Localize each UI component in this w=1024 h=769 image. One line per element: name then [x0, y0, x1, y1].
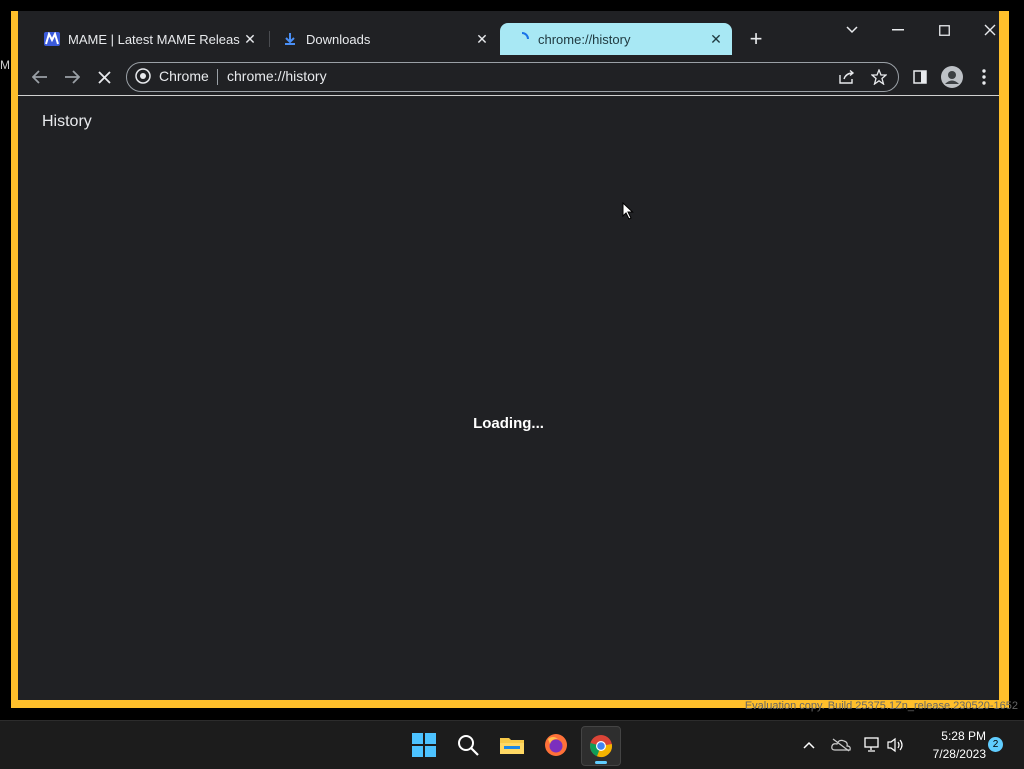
browser-window-frame: MAME | Latest MAME Release ✕ Downloads ✕…: [11, 11, 1009, 708]
system-clock[interactable]: 5:28 PM 7/28/2023: [912, 727, 986, 763]
taskbar: 5:28 PM 7/28/2023 2: [0, 720, 1024, 769]
chrome-icon: [135, 68, 151, 84]
network-icon[interactable]: [861, 733, 885, 757]
stop-loading-button[interactable]: [90, 63, 118, 91]
evaluation-watermark: Evaluation copy. Build 25375.1Zn_release…: [744, 700, 1018, 712]
tab-title: MAME | Latest MAME Release: [68, 31, 240, 47]
url-text[interactable]: chrome://history: [227, 68, 327, 84]
close-icon[interactable]: ✕: [472, 29, 492, 49]
clock-time: 5:28 PM: [941, 729, 986, 743]
omnibox-divider: [217, 69, 218, 85]
tab-search-chevron-icon[interactable]: [834, 17, 870, 43]
windows-start-icon[interactable]: [405, 726, 443, 764]
close-icon[interactable]: ✕: [240, 29, 260, 49]
bookmark-star-icon[interactable]: [869, 67, 889, 87]
tab-mame[interactable]: MAME | Latest MAME Release ✕: [30, 23, 266, 55]
address-bar[interactable]: Chrome chrome://history: [126, 62, 899, 92]
site-info-chip[interactable]: Chrome: [135, 68, 209, 84]
tab-history[interactable]: chrome://history ✕: [500, 23, 732, 55]
profile-avatar-icon[interactable]: [938, 63, 966, 91]
download-icon: [282, 31, 298, 47]
menu-kebab-icon[interactable]: [970, 63, 998, 91]
chrome-browser: MAME | Latest MAME Release ✕ Downloads ✕…: [18, 11, 999, 700]
firefox-icon[interactable]: [537, 726, 575, 764]
mouse-cursor-icon: [622, 201, 634, 225]
new-tab-button[interactable]: +: [745, 28, 767, 51]
side-panel-icon[interactable]: [906, 63, 934, 91]
history-content: Loading...: [18, 150, 999, 700]
clock-date: 7/28/2023: [932, 747, 986, 761]
share-icon[interactable]: [837, 67, 857, 87]
tab-title: Downloads: [306, 31, 371, 47]
site-chip-label: Chrome: [159, 68, 209, 84]
show-hidden-icons-chevron-icon[interactable]: [797, 733, 821, 757]
back-button[interactable]: [26, 63, 54, 91]
search-icon[interactable]: [449, 726, 487, 764]
minimize-button[interactable]: [880, 17, 916, 43]
toolbar: Chrome chrome://history: [18, 57, 999, 95]
volume-icon[interactable]: [884, 733, 908, 757]
maximize-button[interactable]: [926, 17, 962, 43]
page-title: History: [42, 113, 92, 130]
tab-title: chrome://history: [538, 31, 631, 47]
loading-text: Loading...: [473, 415, 544, 432]
file-explorer-icon[interactable]: [493, 726, 531, 764]
close-window-button[interactable]: [972, 17, 999, 43]
close-icon[interactable]: ✕: [706, 29, 726, 49]
desktop-text-fragment: M: [0, 58, 10, 72]
onedrive-offline-icon[interactable]: [829, 733, 853, 757]
notification-badge[interactable]: 2: [988, 737, 1003, 752]
chrome-taskbar-icon[interactable]: [581, 726, 621, 766]
loading-spinner-icon: [514, 31, 530, 47]
history-header: History: [18, 95, 999, 151]
forward-button[interactable]: [58, 63, 86, 91]
tab-downloads[interactable]: Downloads ✕: [268, 23, 498, 55]
active-app-indicator: [595, 761, 607, 764]
mame-logo-icon: [44, 31, 60, 47]
